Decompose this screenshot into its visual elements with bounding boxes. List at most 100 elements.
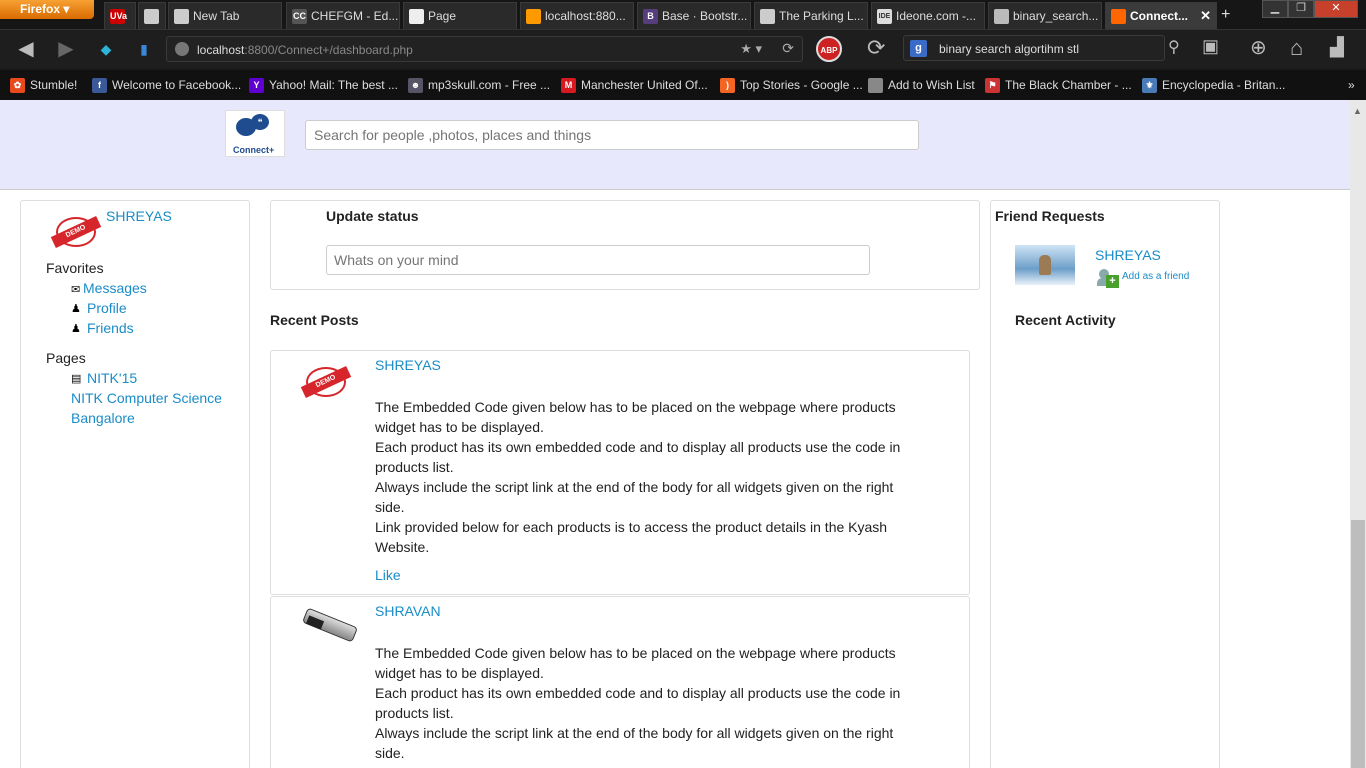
bookmark-black-chamber[interactable]: ⚑ The Black Chamber - ... <box>985 78 1132 93</box>
manutd-icon: M <box>561 78 576 93</box>
back-arrow-icon[interactable]: ◀ <box>12 36 40 62</box>
bookmarks-menu-icon[interactable]: ▣ <box>1202 36 1219 57</box>
bookmark-britannica[interactable]: ⚜ Encyclopedia - Britan... <box>1142 78 1286 93</box>
gamepad-icon <box>994 9 1009 24</box>
maximize-button[interactable]: ❐ <box>1288 0 1314 18</box>
page-link-nitk-cs[interactable]: NITK Computer Science <box>71 390 222 406</box>
stats-icon[interactable]: ▮ <box>130 36 158 62</box>
home-icon[interactable]: ⌂ <box>1290 35 1303 61</box>
page-link-bangalore[interactable]: Bangalore <box>71 410 135 426</box>
friends-link[interactable]: Friends <box>87 320 134 336</box>
add-friend-icon[interactable]: + <box>1097 269 1119 288</box>
tab-localhost[interactable]: localhost:880... <box>520 2 634 29</box>
bookmark-manutd[interactable]: M Manchester United Of... <box>561 78 708 93</box>
tab-binary-search[interactable]: binary_search... <box>988 2 1102 29</box>
post-card: DEMO SHREYAS The Embedded Code given bel… <box>270 350 970 595</box>
close-window-button[interactable]: ✕ <box>1314 0 1358 18</box>
url-path: :8800/Connect+/dashboard.php <box>244 43 413 57</box>
scroll-up-arrow-icon[interactable]: ▲ <box>1353 106 1362 116</box>
update-status-panel: Update status <box>270 200 980 290</box>
tab-page[interactable]: Page <box>403 2 517 29</box>
bookmark-mp3skull[interactable]: ☻ mp3skull.com - Free ... <box>408 78 551 93</box>
post-body: The Embedded Code given below has to be … <box>375 643 920 763</box>
search-input[interactable] <box>305 120 919 150</box>
signal-icon[interactable]: ▟ <box>1330 37 1344 58</box>
tab-label: New Tab <box>193 9 240 23</box>
bookmark-star-icon[interactable]: ★ ▾ <box>740 41 762 57</box>
tab-label: CHEFGM - Ed... <box>311 9 399 23</box>
bookmarks-overflow-icon[interactable]: » <box>1348 78 1355 92</box>
post-author-link[interactable]: SHREYAS <box>375 357 441 373</box>
tab-uva[interactable]: UVa <box>104 2 136 29</box>
profile-link[interactable]: Profile <box>87 300 127 316</box>
addon-icon[interactable]: ◆ <box>92 36 120 62</box>
bookmark-label: Manchester United Of... <box>581 78 708 92</box>
tab-ideone[interactable]: IDE Ideone.com -... <box>871 2 985 29</box>
download-icon[interactable]: ⊕ <box>1250 35 1267 60</box>
google-icon: g <box>910 40 927 57</box>
search-magnifier-icon[interactable]: ⚲ <box>1168 37 1180 57</box>
bookmark-stumble[interactable]: ✿ Stumble! <box>10 78 78 93</box>
adblock-plus-icon[interactable]: ABP <box>816 36 842 62</box>
post-card: SHRAVAN The Embedded Code given below ha… <box>270 596 970 768</box>
bootstrap-icon: B <box>643 9 658 24</box>
bookmarks-toolbar: ✿ Stumble! f Welcome to Facebook... Y Yahoo… <box>0 70 1366 100</box>
like-link[interactable]: Like <box>375 567 401 583</box>
tab-label: Ideone.com -... <box>896 9 977 23</box>
scrollbar-thumb[interactable] <box>1351 520 1365 768</box>
tab-chefgm[interactable]: CC CHEFGM - Ed... <box>286 2 400 29</box>
profile-name-link[interactable]: SHREYAS <box>106 208 172 224</box>
url-bar[interactable]: localhost:8800/Connect+/dashboard.php ★ … <box>166 36 803 62</box>
post-line: Link provided below for each products is… <box>375 519 888 555</box>
friend-request-avatar <box>1015 245 1075 285</box>
bookmark-label: The Black Chamber - ... <box>1005 78 1132 92</box>
connect-logo[interactable]: ❝ Connect+ <box>225 110 285 157</box>
bookmark-label: mp3skull.com - Free ... <box>428 78 551 92</box>
page-icon <box>760 9 775 24</box>
firefox-menu-button[interactable]: Firefox ▾ <box>0 0 94 19</box>
tab-blank[interactable] <box>138 2 166 29</box>
person-icon: ♟ <box>71 303 81 315</box>
reload-icon[interactable]: ⟳ <box>782 40 794 57</box>
tab-new-tab[interactable]: New Tab <box>168 2 282 29</box>
tab-bootstrap[interactable]: B Base · Bootstr... <box>637 2 751 29</box>
bookmark-wish-list[interactable]: Add to Wish List <box>868 78 975 93</box>
minimize-button[interactable]: ▁ <box>1262 0 1288 18</box>
post-line: Each product has its own embedded code a… <box>375 685 901 721</box>
post-line: Each product has its own embedded code a… <box>375 439 901 475</box>
refresh-icon[interactable]: ⟳ <box>867 35 885 61</box>
bookmark-label: Stumble! <box>30 78 78 92</box>
post-author-link[interactable]: SHRAVAN <box>375 603 441 619</box>
page-link-nitk15[interactable]: NITK'15 <box>87 370 137 386</box>
web-search-bar[interactable]: g binary search algortihm stl <box>903 35 1165 61</box>
messages-link[interactable]: Messages <box>83 280 147 296</box>
url-host: localhost <box>197 43 245 57</box>
bookmark-top-stories[interactable]: ) Top Stories - Google ... <box>720 78 863 93</box>
bookmark-label: Add to Wish List <box>888 78 975 92</box>
facebook-icon: f <box>92 78 107 93</box>
bookmark-label: Encyclopedia - Britan... <box>1162 78 1286 92</box>
add-as-friend-link[interactable]: Add as a friend <box>1122 271 1189 282</box>
mobile-phone-avatar <box>297 605 359 645</box>
tab-label: Connect... <box>1130 9 1189 23</box>
rss-icon: ) <box>720 78 735 93</box>
left-sidebar: DEMO SHREYAS Favorites ✉ Messages ♟ Prof… <box>20 200 250 768</box>
new-tab-button[interactable]: + <box>1221 6 1230 24</box>
tab-connect[interactable]: Connect... ✕ <box>1105 2 1217 29</box>
close-tab-icon[interactable]: ✕ <box>1200 8 1211 24</box>
forward-arrow-icon[interactable]: ▶ <box>52 36 80 62</box>
status-input[interactable] <box>326 245 870 275</box>
page-viewport: ❝ Connect+ DEMO SHREYAS Favorites ✉ Mess… <box>0 100 1350 768</box>
tab-parking[interactable]: The Parking L... <box>754 2 868 29</box>
post-body: The Embedded Code given below has to be … <box>375 397 920 557</box>
bookmark-facebook[interactable]: f Welcome to Facebook... <box>92 78 241 93</box>
friend-request-name-link[interactable]: SHREYAS <box>1095 247 1161 263</box>
bookmark-yahoo[interactable]: Y Yahoo! Mail: The best ... <box>249 78 398 93</box>
site-identity-icon[interactable] <box>175 42 189 56</box>
britannica-icon: ⚜ <box>1142 78 1157 93</box>
tab-label: The Parking L... <box>779 9 864 23</box>
logo-text: Connect+ <box>233 145 275 155</box>
page-scrollbar[interactable]: ▲ <box>1350 100 1366 768</box>
demo-stamp-avatar: DEMO <box>300 365 352 399</box>
page-list-icon: ▤ <box>71 373 82 385</box>
